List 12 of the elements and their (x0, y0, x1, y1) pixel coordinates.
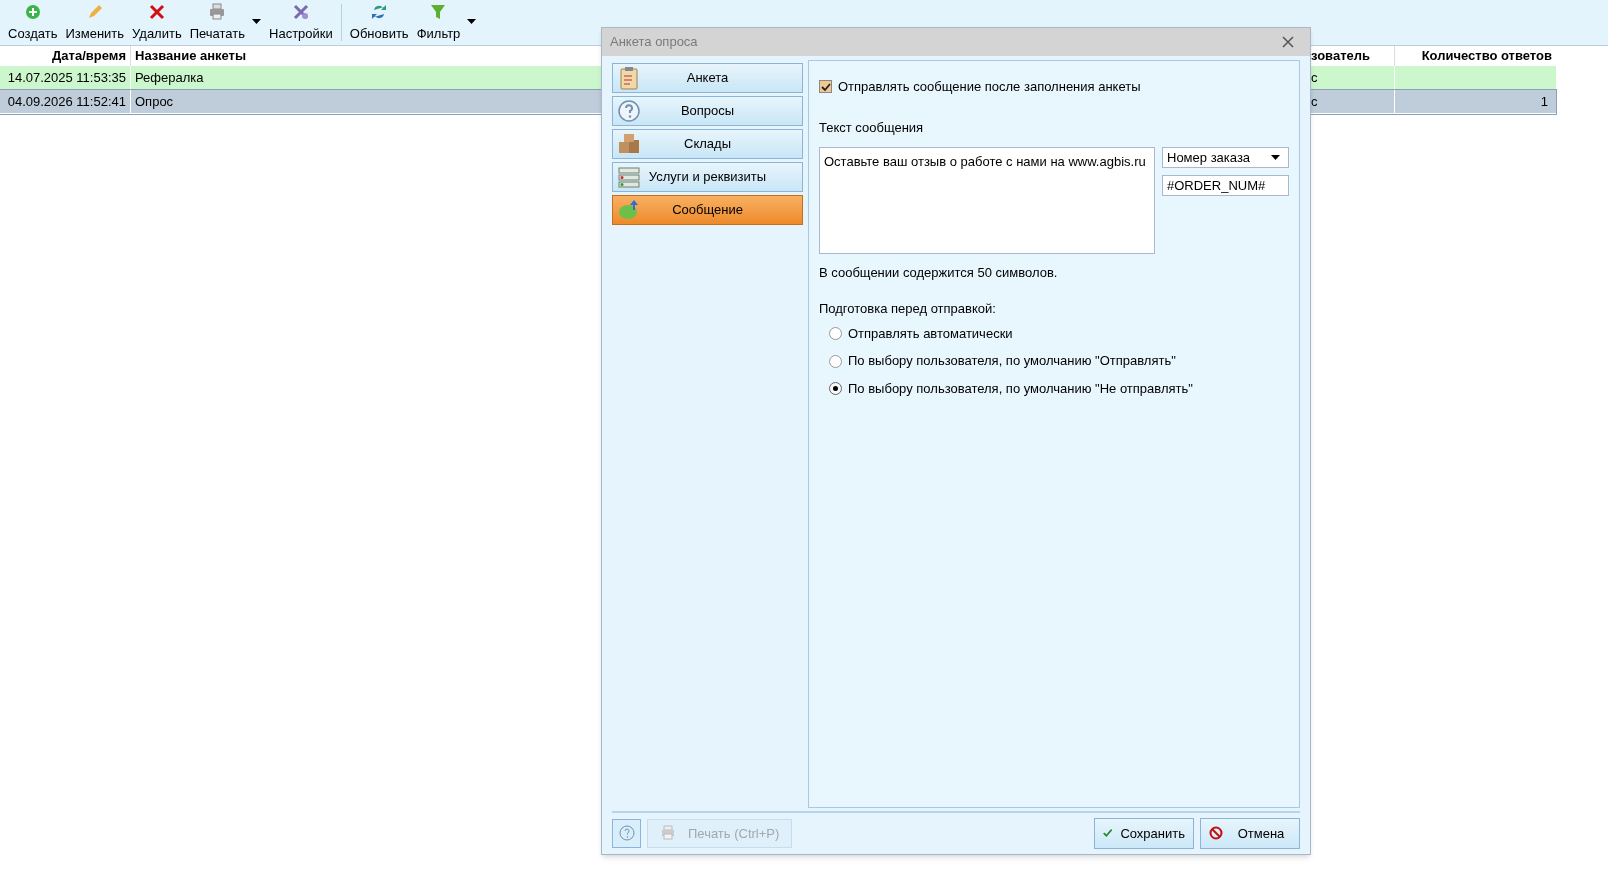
window-title: Анкета опроса (610, 33, 698, 52)
radio-label: Отправлять автоматически (848, 324, 1013, 343)
section-label: Подготовка перед отправкой: (819, 300, 997, 319)
radio-label: По выбору пользователя, по умолчанию "Не отправлять" (848, 379, 1193, 398)
table-cell: 04.09.2026 11:52:41 (0, 90, 131, 113)
character-count: В сообщении содержится 50 символов. (819, 263, 1059, 282)
radio-label: По выбору пользователя, по умолчанию "Отправлять" (848, 352, 1176, 371)
table-cell-text: 1 (1539, 92, 1549, 111)
table-cell-text: Рефералка (134, 68, 205, 87)
table-cell-text: Опрос (134, 92, 175, 111)
field-label: Текст сообщения (819, 119, 925, 138)
checkbox-label: Отправлять сообщение после заполнения анкеты (838, 77, 1141, 96)
